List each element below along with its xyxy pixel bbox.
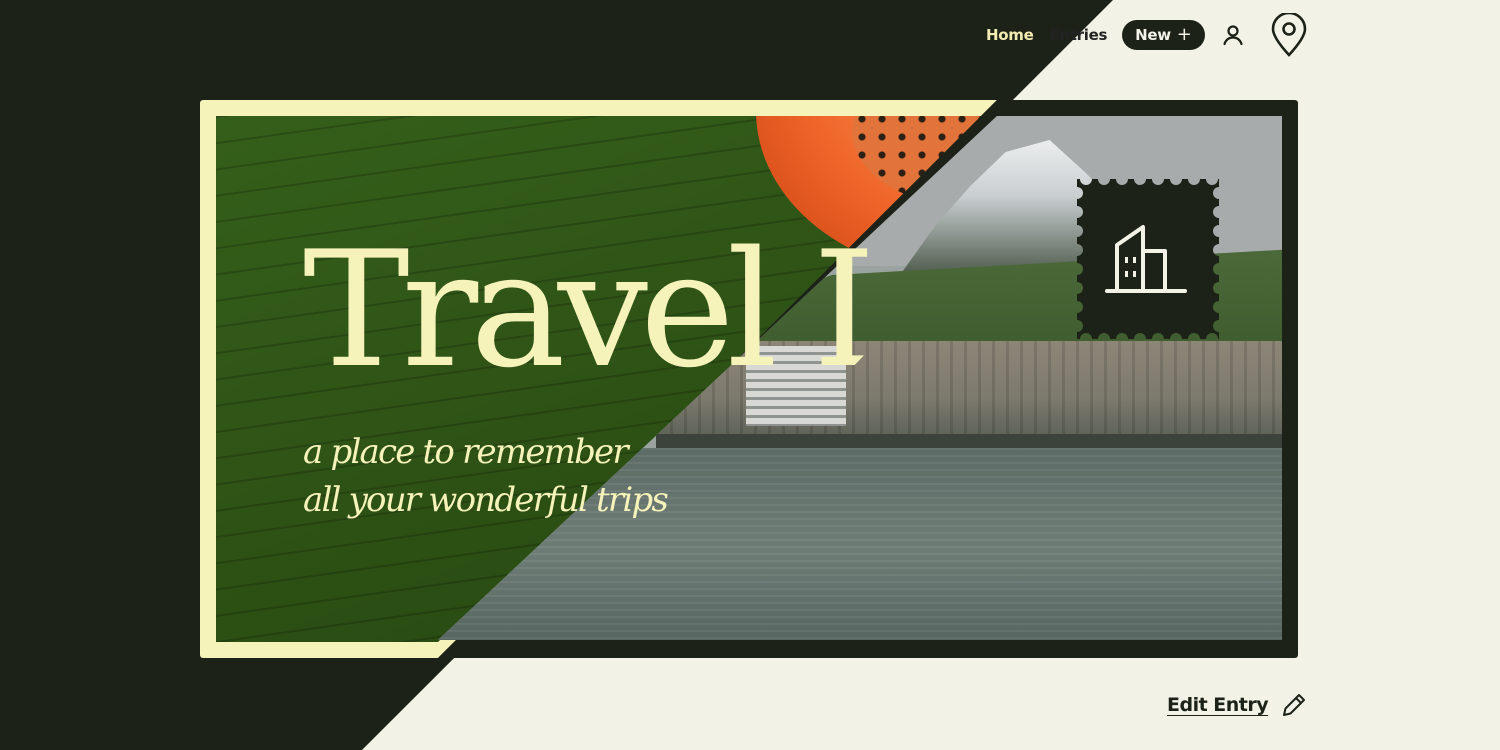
hero-tagline: a place to remember all your wonderful t…	[303, 428, 669, 524]
bridge	[656, 434, 1282, 448]
buildings-icon	[1105, 225, 1187, 293]
map-pin-icon[interactable]	[1270, 13, 1308, 57]
nav-entries-link[interactable]: Entries	[1049, 26, 1107, 44]
edit-entry-link[interactable]: Edit Entry	[1167, 691, 1308, 719]
plus-icon: +	[1176, 24, 1192, 45]
tagline-line-2: all your wonderful trips	[303, 480, 669, 520]
pencil-icon	[1283, 694, 1306, 716]
tagline-line-1: a place to remember	[303, 432, 629, 472]
nav-home-link[interactable]: Home	[986, 26, 1034, 44]
top-nav: Home Entries New +	[986, 18, 1245, 52]
edit-entry-label: Edit Entry	[1167, 694, 1269, 716]
user-icon[interactable]	[1221, 23, 1245, 47]
new-entry-button[interactable]: New +	[1122, 20, 1205, 50]
new-button-label: New	[1135, 26, 1171, 44]
hero-card: Travel Log a place to remember all your …	[200, 100, 1298, 658]
